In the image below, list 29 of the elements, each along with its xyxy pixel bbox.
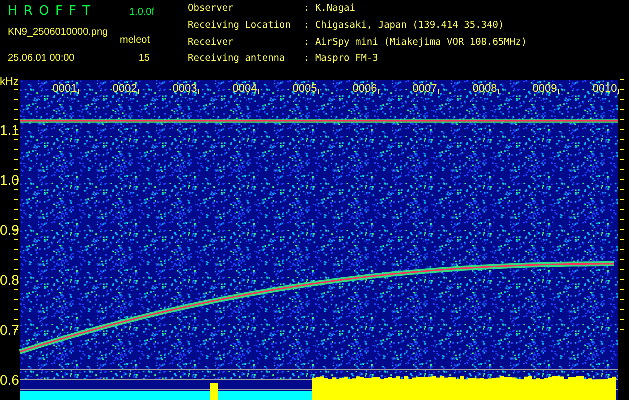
axis-label: 0.7 <box>0 322 20 338</box>
axis-label: 1.1 <box>0 122 20 138</box>
time-label: 0001 <box>52 83 78 95</box>
time-label: 0002 <box>112 83 138 95</box>
info-value: : Chigasaki, Japan (139.414 35.340) <box>304 20 506 33</box>
axis-label: 0.6 <box>0 372 20 388</box>
time-label: 0005 <box>292 83 318 95</box>
time-label: 0006 <box>352 83 378 95</box>
info-label: Receiving Location <box>188 20 292 33</box>
version-label: 1.0.0f <box>128 6 156 20</box>
time-label: 0010 <box>592 83 618 95</box>
file-name: KN9_2506010000.png <box>8 26 110 40</box>
mode-label: meleot <box>118 34 151 48</box>
axis-label: 1.0 <box>0 172 20 188</box>
date-time: 25.06.01 00:00 <box>8 53 76 66</box>
time-label: 0003 <box>172 83 198 95</box>
time-label: 0009 <box>532 83 558 95</box>
axis-label: 0.9 <box>0 222 20 238</box>
info-label: Receiver <box>188 36 235 50</box>
info-value: : Maspro FM-3 <box>304 53 380 66</box>
info-value: : K.Nagai <box>304 3 356 16</box>
count-label: 15 <box>138 53 151 66</box>
time-label: 0007 <box>412 83 438 95</box>
time-label: 0004 <box>232 83 258 95</box>
info-label: Observer <box>188 3 235 16</box>
info-label: Receiving antenna <box>188 53 286 66</box>
time-label: 0008 <box>472 83 498 95</box>
app-title: H R O F F T <box>8 4 93 21</box>
info-value: : AirSpy mini (Miakejima VOR 108.65MHz) <box>304 36 528 50</box>
